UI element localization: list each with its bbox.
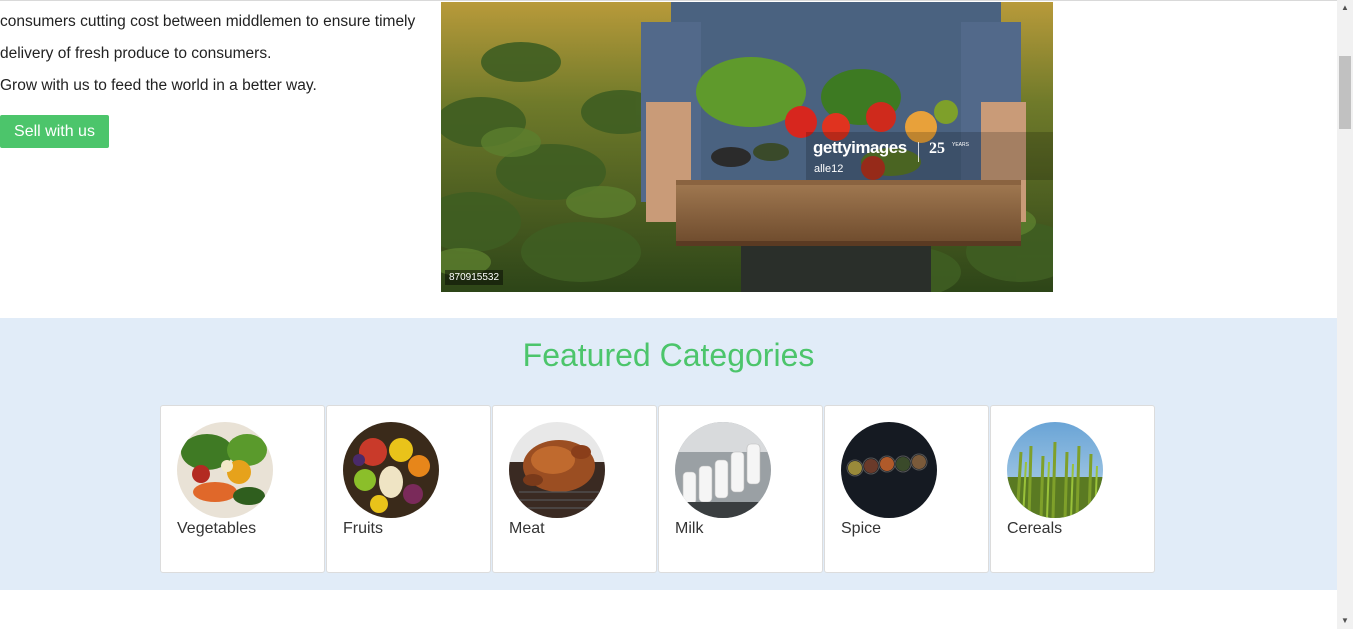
cereals-image[interactable] <box>1007 422 1103 518</box>
hero-line-2: delivery of fresh produce to consumers. <box>0 45 272 62</box>
hero-description: consumers cutting cost between middlemen… <box>0 6 440 102</box>
category-card-fruits[interactable]: Fruits <box>326 405 491 573</box>
category-label: Milk <box>675 520 704 537</box>
watermark-separator <box>918 142 919 162</box>
meat-image[interactable] <box>509 422 605 518</box>
page-scrollbar[interactable]: ▲ ▼ <box>1337 0 1353 629</box>
hero-image: gettyimages 25 YEARS alle12 870915532 <box>441 2 1053 292</box>
watermark-badge: 25 <box>929 140 945 157</box>
milk-image[interactable] <box>675 422 771 518</box>
getty-watermark-logo: gettyimages <box>813 138 907 157</box>
chevron-down-icon[interactable]: ▼ <box>1337 613 1353 629</box>
category-card-vegetables[interactable]: Vegetables <box>160 405 325 573</box>
watermark-badge-sub: YEARS <box>952 142 969 148</box>
category-cards: Vegetables Fruits Meat Milk Spice Cereal… <box>160 405 1156 573</box>
hero-line-1: consumers cutting cost between middlemen… <box>0 13 416 30</box>
fruits-image[interactable] <box>343 422 439 518</box>
image-id: 870915532 <box>445 270 504 285</box>
scrollbar-thumb[interactable] <box>1339 56 1351 129</box>
watermark-user: alle12 <box>814 163 844 175</box>
featured-categories-section: Featured Categories Vegetables Fruits Me… <box>0 318 1337 590</box>
category-card-milk[interactable]: Milk <box>658 405 823 573</box>
category-label: Meat <box>509 520 545 537</box>
chevron-up-icon[interactable]: ▲ <box>1337 0 1353 16</box>
hero-line-3: Grow with us to feed the world in a bett… <box>0 77 317 94</box>
category-label: Fruits <box>343 520 383 537</box>
vegetables-image[interactable] <box>177 422 273 518</box>
category-card-spice[interactable]: Spice <box>824 405 989 573</box>
spice-image[interactable] <box>841 422 937 518</box>
sell-with-us-button[interactable]: Sell with us <box>0 115 109 148</box>
category-label: Cereals <box>1007 520 1063 537</box>
featured-title: Featured Categories <box>522 337 815 373</box>
top-border <box>0 0 1337 1</box>
category-card-meat[interactable]: Meat <box>492 405 657 573</box>
category-card-cereals[interactable]: Cereals <box>990 405 1155 573</box>
category-label: Spice <box>841 520 882 537</box>
category-label: Vegetables <box>177 520 257 537</box>
